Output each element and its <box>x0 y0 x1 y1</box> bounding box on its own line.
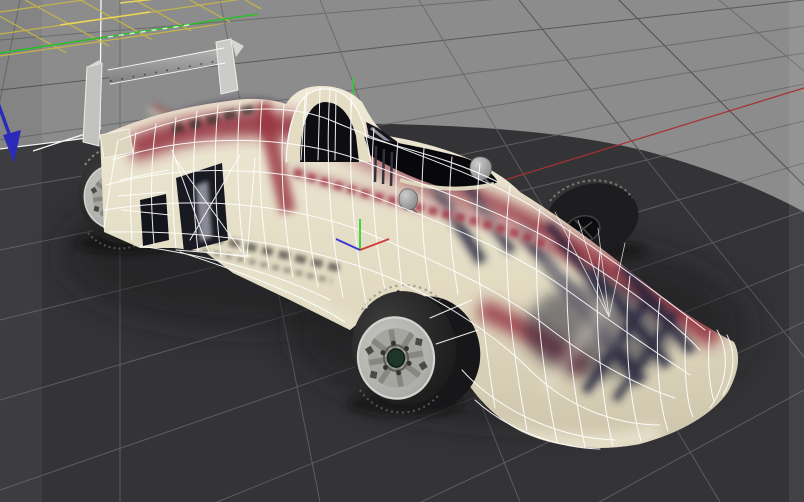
right-wall-band <box>789 0 804 502</box>
viewport-3d[interactable] <box>0 0 804 502</box>
left-wall-band-lower <box>0 146 42 502</box>
render-canvas[interactable] <box>0 0 804 502</box>
